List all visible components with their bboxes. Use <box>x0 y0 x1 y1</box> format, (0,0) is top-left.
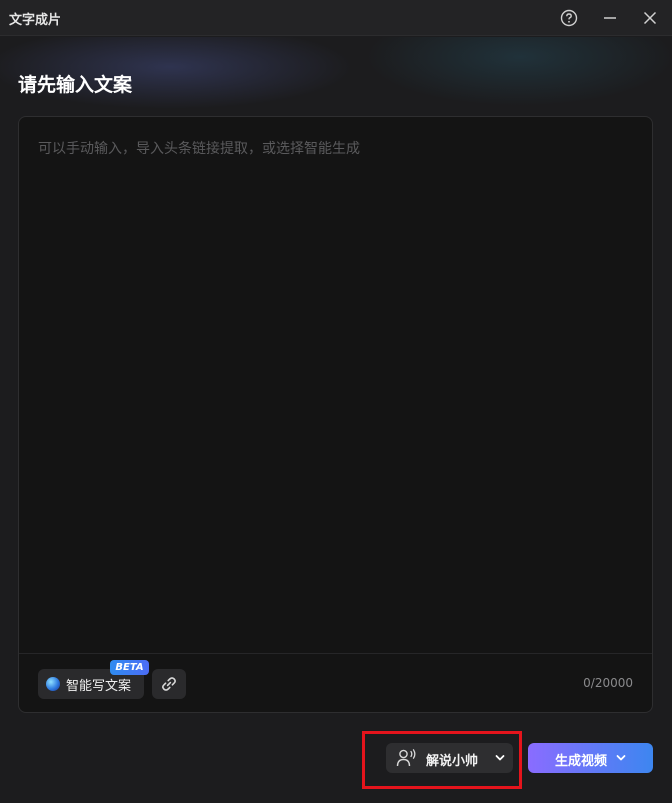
window-title: 文字成片 <box>9 13 62 28</box>
help-button[interactable] <box>557 6 581 30</box>
chevron-down-icon <box>616 755 626 761</box>
title-bar: 文字成片 <box>0 0 672 36</box>
script-input[interactable] <box>19 117 652 652</box>
character-counter: 0/20000 <box>583 676 633 690</box>
beta-badge: BETA <box>110 660 149 675</box>
editor-toolbar: 智能写文案 BETA 0/20000 <box>19 653 652 712</box>
person-voice-icon <box>396 749 416 767</box>
chevron-down-icon <box>495 755 505 761</box>
voice-select-value: 解说小帅 <box>426 754 479 769</box>
page-heading: 请先输入文案 <box>18 74 133 96</box>
help-circle-icon <box>560 9 578 27</box>
script-editor: 智能写文案 BETA 0/20000 <box>18 116 653 713</box>
minimize-icon <box>604 17 616 19</box>
voice-select[interactable]: 解说小帅 <box>386 743 513 773</box>
ai-write-label: 智能写文案 <box>66 678 132 694</box>
ai-orb-icon <box>46 677 60 691</box>
close-icon <box>643 11 657 25</box>
close-button[interactable] <box>638 6 662 30</box>
generate-video-button[interactable]: 生成视频 <box>528 743 653 773</box>
import-link-button[interactable] <box>152 669 186 699</box>
generate-video-label: 生成视频 <box>555 754 608 769</box>
link-icon <box>162 677 176 691</box>
minimize-button[interactable] <box>598 6 622 30</box>
